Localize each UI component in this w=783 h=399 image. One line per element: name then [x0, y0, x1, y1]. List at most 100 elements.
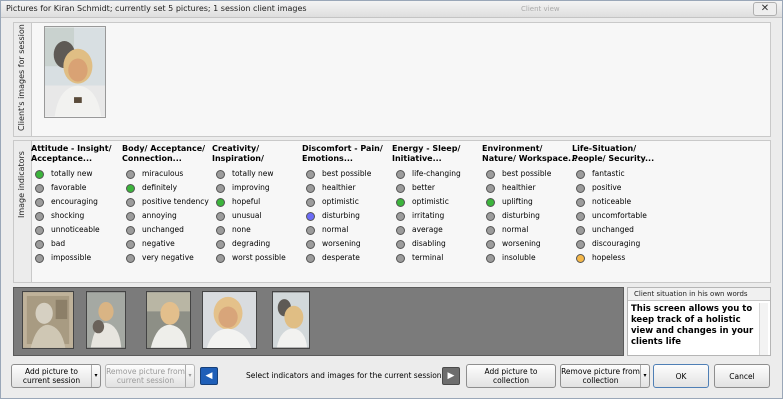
collection-thumbnail[interactable]: [86, 291, 126, 349]
indicator-header-line: Nature/ Workspace...: [482, 154, 577, 163]
indicator-option-label: improving: [232, 183, 270, 192]
collection-thumbnail[interactable]: [146, 291, 191, 349]
indicator-dot-icon[interactable]: [306, 240, 315, 249]
close-button[interactable]: ✕: [753, 2, 777, 16]
indicator-option-label: disabling: [412, 239, 446, 248]
indicator-dot-icon[interactable]: [576, 212, 585, 221]
picture-collection-strip[interactable]: [13, 287, 624, 356]
indicator-column-header: Attitude - Insight/Acceptance...: [31, 144, 126, 166]
indicator-option-label: terminal: [412, 253, 444, 262]
indicator-dot-icon[interactable]: [576, 170, 585, 179]
indicator-dot-icon[interactable]: [486, 254, 495, 263]
image-indicators-tab[interactable]: Image indicators: [14, 141, 32, 282]
indicator-dot-icon[interactable]: [306, 254, 315, 263]
indicator-dot-icon[interactable]: [486, 198, 495, 207]
indicator-dot-icon[interactable]: [35, 254, 44, 263]
arrow-right-icon[interactable]: ▶: [442, 367, 460, 385]
indicator-dot-icon[interactable]: [306, 212, 315, 221]
indicator-dot-icon[interactable]: [396, 240, 405, 249]
indicator-dot-icon[interactable]: [396, 212, 405, 221]
indicator-dot-icon[interactable]: [486, 184, 495, 193]
ok-label: OK: [675, 371, 687, 381]
indicator-dot-icon[interactable]: [35, 240, 44, 249]
collection-thumbnail[interactable]: [22, 291, 74, 349]
client-images-panel: Client's images for session: [13, 22, 771, 137]
indicator-dot-icon[interactable]: [216, 226, 225, 235]
indicator-dot-icon[interactable]: [216, 240, 225, 249]
indicator-dot-icon[interactable]: [126, 254, 135, 263]
indicator-dot-icon[interactable]: [306, 184, 315, 193]
indicator-dot-icon[interactable]: [486, 170, 495, 179]
indicator-option-label: disturbing: [502, 211, 540, 220]
client-situation-scrollbar[interactable]: [759, 303, 768, 355]
indicator-dot-icon[interactable]: [396, 170, 405, 179]
indicator-dot-icon[interactable]: [396, 184, 405, 193]
remove-from-session-label: Remove picture from current session: [106, 367, 185, 385]
indicator-dot-icon[interactable]: [306, 170, 315, 179]
indicator-dot-icon[interactable]: [306, 226, 315, 235]
indicator-dot-icon[interactable]: [35, 170, 44, 179]
indicator-option-label: optimistic: [412, 197, 449, 206]
client-situation-header: Client situation in his own words: [628, 288, 770, 301]
indicator-dot-icon[interactable]: [126, 170, 135, 179]
chevron-down-icon[interactable]: ▾: [91, 365, 100, 387]
indicator-dot-icon[interactable]: [396, 226, 405, 235]
indicator-option-label: worsening: [322, 239, 361, 248]
indicator-option-label: healthier: [322, 183, 356, 192]
collection-thumbnail[interactable]: [272, 291, 310, 349]
indicator-header-line: Emotions...: [302, 154, 353, 163]
indicator-column-header: Discomfort - Pain/Emotions...: [302, 144, 397, 166]
indicator-dot-icon[interactable]: [35, 184, 44, 193]
add-to-collection-button[interactable]: Add picture to collection: [466, 364, 556, 388]
indicator-dot-icon[interactable]: [216, 170, 225, 179]
indicator-option-label: impossible: [51, 253, 92, 262]
indicator-option-label: encouraging: [51, 197, 98, 206]
ok-button[interactable]: OK: [653, 364, 709, 388]
indicator-dot-icon[interactable]: [486, 240, 495, 249]
indicator-column-header: Energy - Sleep/Initiative...: [392, 144, 487, 166]
indicator-dot-icon[interactable]: [126, 240, 135, 249]
indicator-dot-icon[interactable]: [486, 226, 495, 235]
chevron-down-icon[interactable]: ▾: [640, 365, 649, 387]
indicator-option-label: totally new: [51, 169, 93, 178]
client-session-photo[interactable]: [44, 26, 106, 118]
indicator-dot-icon[interactable]: [576, 198, 585, 207]
indicator-option-label: unusual: [232, 211, 262, 220]
client-images-tab[interactable]: Client's images for session: [14, 23, 32, 136]
chevron-down-icon[interactable]: ▾: [185, 365, 194, 387]
indicator-dot-icon[interactable]: [35, 198, 44, 207]
indicator-dot-icon[interactable]: [576, 184, 585, 193]
indicator-dot-icon[interactable]: [576, 254, 585, 263]
indicator-dot-icon[interactable]: [576, 240, 585, 249]
arrow-left-icon[interactable]: ◀: [200, 367, 218, 385]
indicator-option-label: fantastic: [592, 169, 625, 178]
indicator-dot-icon[interactable]: [35, 212, 44, 221]
indicator-dot-icon[interactable]: [216, 254, 225, 263]
cancel-label: Cancel: [729, 371, 755, 381]
indicator-dot-icon[interactable]: [126, 226, 135, 235]
cancel-button[interactable]: Cancel: [714, 364, 770, 388]
indicator-dot-icon[interactable]: [396, 198, 405, 207]
indicator-dot-icon[interactable]: [306, 198, 315, 207]
indicator-header-line: Discomfort - Pain/: [302, 144, 383, 153]
remove-from-collection-button[interactable]: Remove picture from collection ▾: [560, 364, 650, 388]
indicator-dot-icon[interactable]: [216, 184, 225, 193]
indicator-column: Life-Situation/People/ Security... fantas…: [572, 144, 667, 263]
indicator-dot-icon[interactable]: [216, 212, 225, 221]
collection-thumbnail[interactable]: [202, 291, 257, 349]
indicator-dot-icon[interactable]: [35, 226, 44, 235]
client-situation-text[interactable]: This screen allows you to keep track of …: [631, 304, 757, 348]
indicator-dot-icon[interactable]: [126, 212, 135, 221]
indicator-dot-icon[interactable]: [576, 226, 585, 235]
window-title: Pictures for Kiran Schmidt; currently se…: [6, 4, 307, 13]
indicator-dot-icon[interactable]: [126, 184, 135, 193]
indicator-header-line: Body/ Acceptance/: [122, 144, 206, 153]
indicator-dot-icon[interactable]: [396, 254, 405, 263]
title-bar: Pictures for Kiran Schmidt; currently se…: [1, 1, 782, 18]
remove-from-session-button[interactable]: Remove picture from current session ▾: [105, 364, 195, 388]
add-to-session-button[interactable]: Add picture to current session ▾: [11, 364, 101, 388]
indicator-dot-icon[interactable]: [486, 212, 495, 221]
indicator-option-label: healthier: [502, 183, 536, 192]
indicator-dot-icon[interactable]: [126, 198, 135, 207]
indicator-dot-icon[interactable]: [216, 198, 225, 207]
